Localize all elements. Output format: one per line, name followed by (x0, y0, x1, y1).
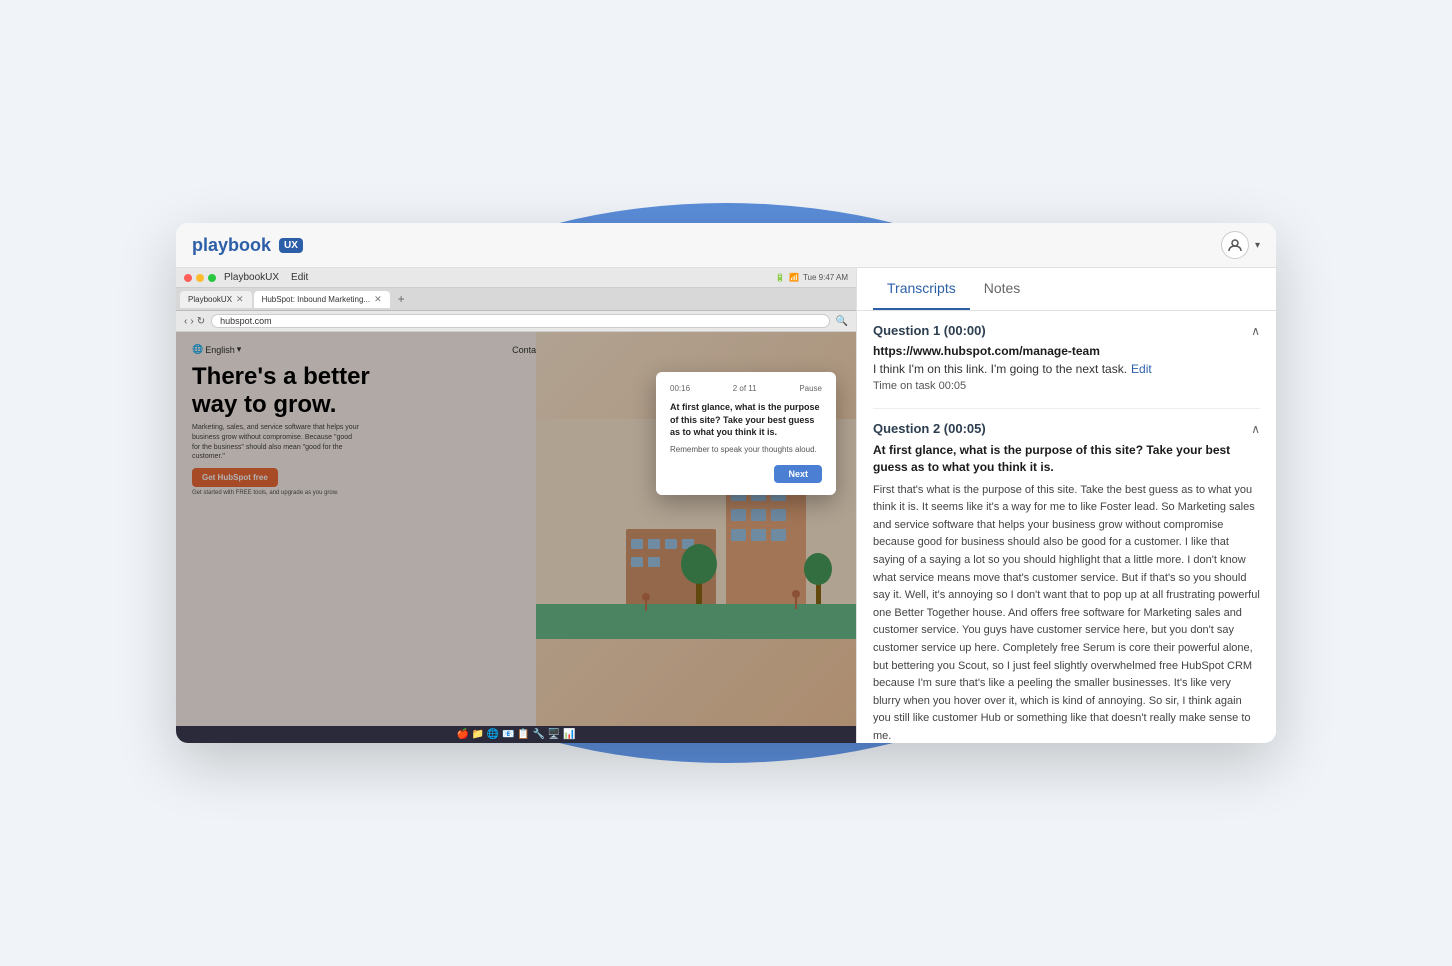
q1-time: Time on task 00:05 (873, 380, 1260, 392)
modal-instruction: Remember to speak your thoughts aloud. (670, 445, 822, 455)
dot-yellow (196, 274, 204, 282)
browser-dots (184, 274, 216, 282)
question-1-section: Question 1 (00:00) ∧ https://www.hubspot… (873, 323, 1260, 392)
logo-area: playbook UX (192, 235, 303, 256)
browser-address-bar: ‹ › ↻ hubspot.com 🔍 (176, 311, 856, 332)
modal-timer-bar: 00:16 2 of 11 Pause (670, 384, 822, 393)
modal-overlay: 00:16 2 of 11 Pause At first glance, wha… (176, 332, 856, 726)
q1-chevron[interactable]: ∧ (1251, 324, 1260, 338)
browser-tab-bar: PlaybookUX ✕ HubSpot: Inbound Marketing.… (176, 288, 856, 311)
browser-nav-btns: ‹ › ↻ (184, 316, 205, 327)
taskbar-icons: 🍎 📁 🌐 📧 📋 🔧 🖥️ 📊 (456, 729, 575, 740)
q2-title: Question 2 (00:05) (873, 421, 986, 436)
browser-mockup: PlaybookUX Edit 🔋📶Tue 9:47 AM PlaybookUX… (176, 268, 856, 743)
dot-red (184, 274, 192, 282)
browser-tab-2-label: HubSpot: Inbound Marketing... (262, 295, 371, 304)
browser-tab-2[interactable]: HubSpot: Inbound Marketing... ✕ (254, 291, 390, 308)
question-2-section: Question 2 (00:05) ∧ At first glance, wh… (873, 421, 1260, 743)
browser-tab-1-label: PlaybookUX (188, 295, 232, 304)
browser-tab-1[interactable]: PlaybookUX ✕ (180, 291, 252, 308)
taskbar: 🍎 📁 🌐 📧 📋 🔧 🖥️ 📊 (176, 726, 856, 743)
modal-question-text: At first glance, what is the purpose of … (670, 401, 822, 439)
back-btn[interactable]: ‹ (184, 316, 187, 327)
q1-note-row: I think I'm on this link. I'm going to t… (873, 362, 1260, 376)
transcript-content: Question 1 (00:00) ∧ https://www.hubspot… (857, 311, 1276, 743)
dot-green (208, 274, 216, 282)
main-window: playbook UX ▾ (176, 223, 1276, 743)
top-bar-right: ▾ (1221, 231, 1260, 259)
hubspot-page: 🌐 English ▾ Contact Us 🔍 There's a bette… (176, 332, 856, 726)
reload-btn[interactable]: ↻ (197, 316, 205, 327)
q2-chevron[interactable]: ∧ (1251, 422, 1260, 436)
browser-tab-2-close[interactable]: ✕ (374, 294, 382, 305)
tab-notes[interactable]: Notes (970, 268, 1035, 310)
browser-topbar: PlaybookUX Edit 🔋📶Tue 9:47 AM (176, 268, 856, 288)
divider-1 (873, 408, 1260, 409)
browser-menu-edit: Edit (291, 272, 308, 283)
browser-menu: PlaybookUX Edit (224, 272, 308, 283)
top-bar: playbook UX ▾ (176, 223, 1276, 268)
screen-area: PlaybookUX Edit 🔋📶Tue 9:47 AM PlaybookUX… (176, 268, 856, 743)
modal-counter: 2 of 11 (733, 384, 757, 393)
q2-body: First that's what is the purpose of this… (873, 482, 1260, 743)
q1-url: https://www.hubspot.com/manage-team (873, 344, 1260, 358)
content-area: PlaybookUX Edit 🔋📶Tue 9:47 AM PlaybookUX… (176, 268, 1276, 743)
new-tab-btn[interactable]: + (392, 290, 411, 308)
transcript-panel: Transcripts Notes Question 1 (00:00) ∧ h… (856, 268, 1276, 743)
modal-timer-value: 00:16 (670, 384, 690, 393)
user-menu-chevron: ▾ (1255, 240, 1260, 251)
modal-box: 00:16 2 of 11 Pause At first glance, wha… (656, 372, 836, 495)
browser-menu-app: PlaybookUX (224, 272, 279, 283)
q1-edit-link[interactable]: Edit (1131, 362, 1152, 376)
user-icon-button[interactable] (1221, 231, 1249, 259)
q1-title: Question 1 (00:00) (873, 323, 986, 338)
logo-ux-badge: UX (279, 238, 303, 253)
system-tray: 🔋📶Tue 9:47 AM (775, 273, 848, 282)
q1-note-text: I think I'm on this link. I'm going to t… (873, 362, 1127, 376)
browser-search-icon: 🔍 (836, 316, 848, 327)
q1-header: Question 1 (00:00) ∧ (873, 323, 1260, 338)
browser-tab-1-close[interactable]: ✕ (236, 294, 244, 305)
modal-pause-label: Pause (799, 384, 822, 393)
url-input[interactable]: hubspot.com (211, 314, 829, 328)
forward-btn[interactable]: › (190, 316, 193, 327)
q2-header: Question 2 (00:05) ∧ (873, 421, 1260, 436)
q2-subtitle: At first glance, what is the purpose of … (873, 442, 1260, 476)
user-icon (1228, 238, 1242, 252)
logo-text: playbook (192, 235, 271, 256)
panel-tabs: Transcripts Notes (857, 268, 1276, 311)
modal-next-button[interactable]: Next (774, 465, 822, 483)
tab-transcripts[interactable]: Transcripts (873, 268, 970, 310)
